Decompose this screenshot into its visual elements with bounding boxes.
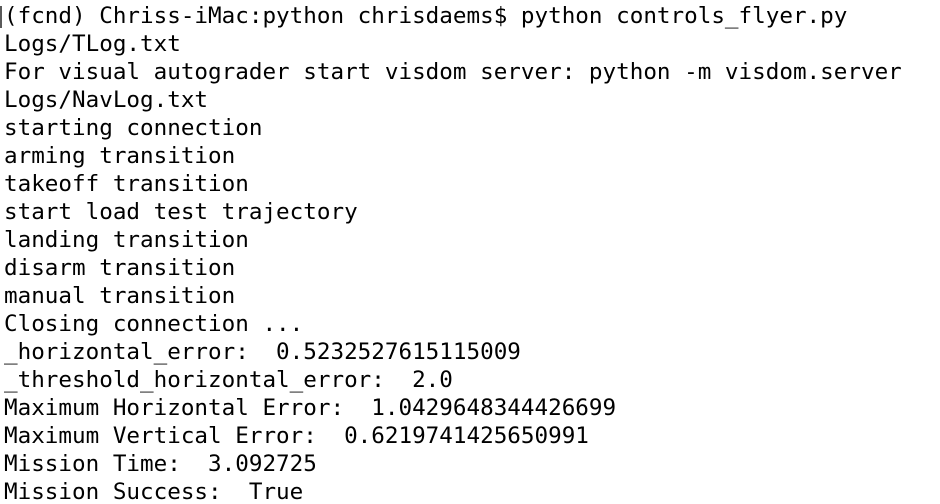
terminal-line: Maximum Vertical Error: 0.62197414256509… bbox=[4, 423, 589, 449]
terminal-line: Mission Success: True bbox=[4, 479, 304, 504]
terminal-window[interactable]: (fcnd) Chriss-iMac:python chrisdaems$ py… bbox=[0, 0, 940, 504]
terminal-line: starting connection bbox=[4, 115, 263, 141]
terminal-line-command: (fcnd) Chriss-iMac:python chrisdaems$ py… bbox=[4, 3, 848, 29]
terminal-line: Logs/NavLog.txt bbox=[4, 87, 209, 113]
terminal-line: takeoff transition bbox=[4, 171, 249, 197]
text-cursor bbox=[0, 6, 2, 28]
terminal-line: Closing connection ... bbox=[4, 311, 304, 337]
terminal-line: _horizontal_error: 0.5232527615115009 bbox=[4, 339, 521, 365]
terminal-line: manual transition bbox=[4, 283, 236, 309]
terminal-line: landing transition bbox=[4, 227, 249, 253]
terminal-line: arming transition bbox=[4, 143, 236, 169]
terminal-line: For visual autograder start visdom serve… bbox=[4, 59, 902, 85]
terminal-line: disarm transition bbox=[4, 255, 236, 281]
terminal-output: (fcnd) Chriss-iMac:python chrisdaems$ py… bbox=[4, 2, 902, 504]
terminal-line: _threshold_horizontal_error: 2.0 bbox=[4, 367, 453, 393]
terminal-line: Maximum Horizontal Error: 1.042964834442… bbox=[4, 395, 617, 421]
terminal-line: Mission Time: 3.092725 bbox=[4, 451, 317, 477]
terminal-line: Logs/TLog.txt bbox=[4, 31, 181, 57]
terminal-line: start load test trajectory bbox=[4, 199, 358, 225]
